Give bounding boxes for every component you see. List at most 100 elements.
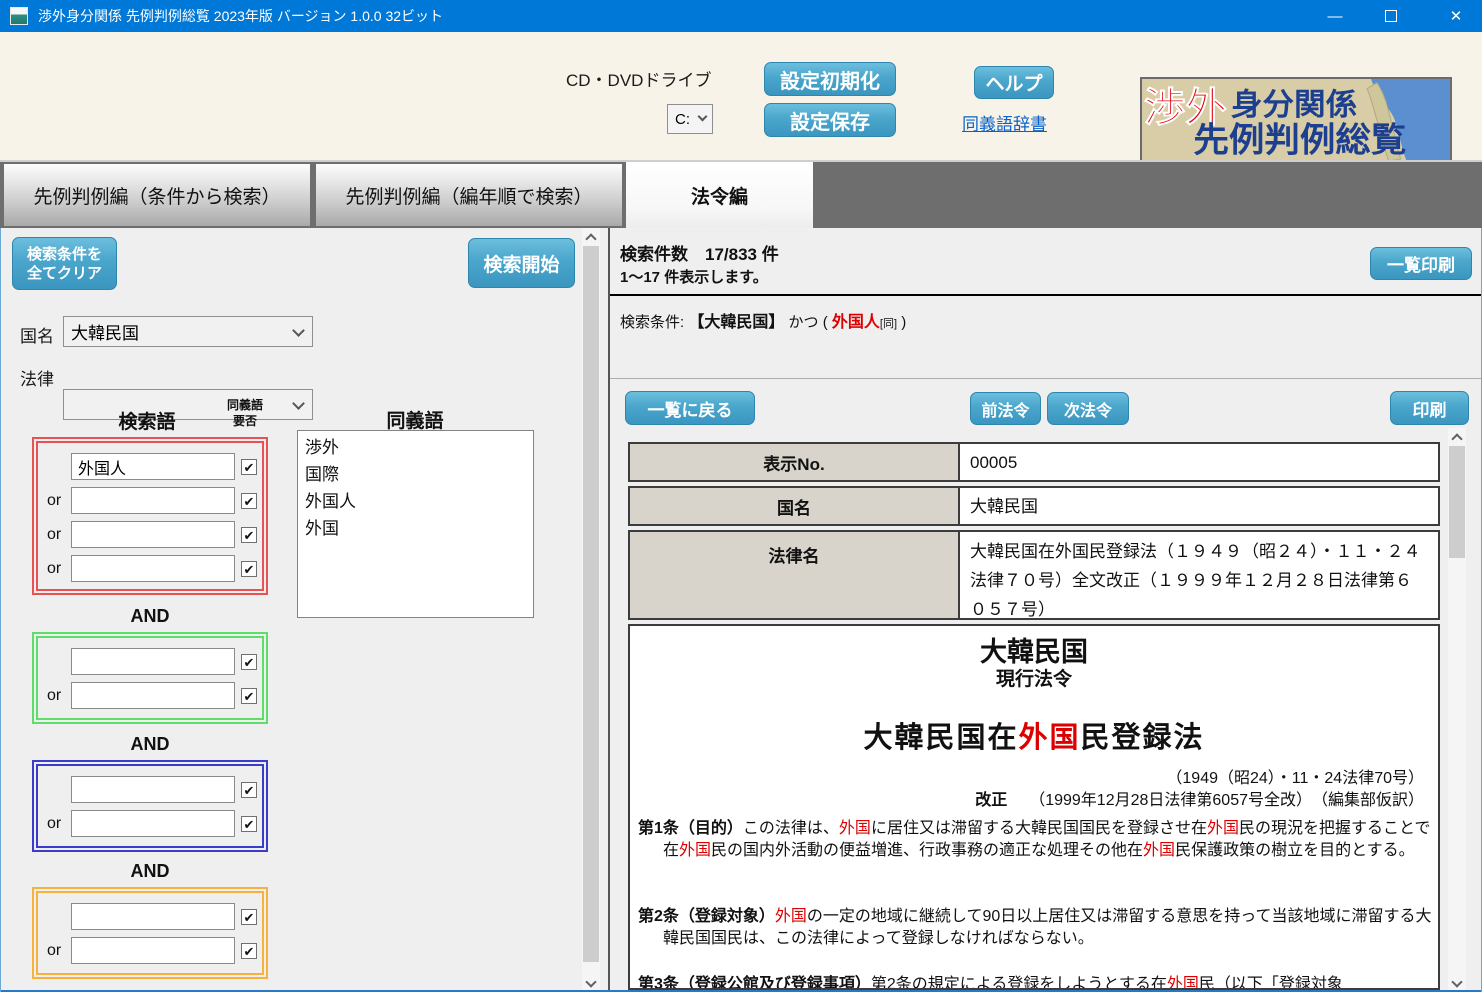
synonym-checkbox[interactable]: ✔ — [241, 816, 257, 832]
or-label: or — [47, 492, 71, 510]
row-value: 00005 — [960, 444, 1438, 480]
law-label: 法律 — [20, 365, 54, 390]
doc-law-title: 大韓民国在外国民登録法 — [630, 714, 1438, 756]
article-text: 民の国内外活動の便益増進、行政事務の適正な処理その他在 — [711, 842, 1143, 859]
term-row: or ✔ — [38, 936, 262, 965]
tab-precedents-by-condition[interactable]: 先例判例編（条件から検索） — [4, 164, 310, 226]
search-term-input-2-1[interactable] — [71, 648, 235, 675]
article-heading: 第1条（目的） — [638, 820, 743, 837]
panel-divider — [608, 228, 610, 992]
or-label: or — [47, 942, 71, 960]
search-term-input-4-1[interactable] — [71, 903, 235, 930]
synonym-dictionary-link[interactable]: 同義語辞書 — [962, 110, 1047, 135]
search-term-input-2-2[interactable] — [71, 682, 235, 709]
synonym-item[interactable]: 渉外 — [298, 434, 533, 461]
app-icon — [10, 7, 28, 25]
result-count: 検索件数 17/833 件 — [620, 240, 779, 265]
next-law-button[interactable]: 次法令 — [1047, 392, 1129, 425]
synonym-item[interactable]: 外国 — [298, 515, 533, 542]
help-button[interactable]: ヘルプ — [974, 66, 1054, 99]
article-3: 第3条（登録公館及び登録事項）第2条の規定による登録をしようとする在外国民（以下… — [638, 974, 1432, 990]
law-title-highlight: 外国 — [1018, 722, 1080, 754]
logo-text-line1: 身分関係 — [1231, 88, 1357, 122]
print-list-button[interactable]: 一覧印刷 — [1370, 247, 1472, 280]
print-list-label: 一覧印刷 — [1387, 251, 1455, 276]
and-label: AND — [32, 861, 268, 882]
search-condition-line: 検索条件: 【大韓民国】 かつ ( 外国人[同] ) — [620, 308, 906, 332]
tab-label: 先例判例編（編年順で検索） — [345, 182, 592, 209]
scrollbar-thumb[interactable] — [1449, 446, 1465, 558]
table-row: 法律名 大韓民国在外国民登録法（１９４９（昭２４）・１１・２４法律７０号）全文改… — [628, 530, 1440, 620]
back-to-list-button[interactable]: 一覧に戻る — [625, 391, 755, 425]
doc-reference-2: 改正（1999年12月28日法律第6057号全改） （編集部仮訳） — [975, 786, 1424, 810]
search-start-label: 検索開始 — [483, 250, 559, 277]
search-term-input-1-4[interactable] — [71, 555, 235, 582]
table-row: 国名 大韓民国 — [628, 486, 1440, 526]
document-scrollbar[interactable] — [1448, 428, 1466, 992]
doc-subtitle: 現行法令 — [630, 664, 1438, 691]
article-text: この法律は、 — [743, 820, 839, 837]
tab-statutes[interactable]: 法令編 — [626, 162, 813, 228]
maximize-button[interactable] — [1368, 0, 1414, 32]
settings-init-label: 設定初期化 — [780, 65, 880, 94]
row-label: 国名 — [630, 488, 960, 524]
article-1: 第1条（目的）この法律は、外国に居住又は滞留する大韓民国国民を登録させ在外国民の… — [638, 818, 1432, 861]
synonym-checkbox[interactable]: ✔ — [241, 654, 257, 670]
condition-country: 【大韓民国】 — [688, 314, 784, 331]
synonym-item[interactable]: 外国人 — [298, 488, 533, 515]
scrollbar-thumb[interactable] — [583, 246, 599, 962]
print-button[interactable]: 印刷 — [1390, 391, 1469, 425]
chevron-down-icon — [698, 112, 708, 122]
tab-precedents-by-year[interactable]: 先例判例編（編年順で検索） — [316, 164, 622, 226]
search-term-input-1-1[interactable] — [71, 453, 235, 480]
app-window: 渉外身分関係 先例判例総覧 2023年版 バージョン 1.0.0 32ビット —… — [0, 0, 1482, 992]
search-term-input-4-2[interactable] — [71, 937, 235, 964]
synonym-checkbox[interactable]: ✔ — [241, 459, 257, 475]
country-select[interactable]: 大韓民国 — [63, 316, 313, 347]
drive-select[interactable]: C: — [667, 104, 713, 134]
synonym-checkbox[interactable]: ✔ — [241, 527, 257, 543]
maximize-icon — [1385, 10, 1397, 22]
clear-conditions-button[interactable]: 検索条件を 全てクリア — [12, 237, 117, 290]
scroll-up-icon[interactable] — [1448, 428, 1466, 446]
settings-init-button[interactable]: 設定初期化 — [764, 62, 896, 96]
clear-conditions-label-2: 全てクリア — [27, 264, 102, 283]
synonym-checkbox[interactable]: ✔ — [241, 943, 257, 959]
previous-law-button[interactable]: 前法令 — [970, 392, 1041, 425]
minimize-button[interactable]: — — [1312, 0, 1358, 32]
scroll-up-icon[interactable] — [582, 228, 600, 246]
clear-conditions-label-1: 検索条件を — [27, 245, 102, 264]
synonym-flag-header: 同義語 要否 — [216, 397, 274, 429]
synonym-list-header: 同義語 — [348, 406, 482, 433]
term-row: ✔ — [38, 775, 262, 804]
synonym-checkbox[interactable]: ✔ — [241, 561, 257, 577]
synonym-checkbox[interactable]: ✔ — [241, 493, 257, 509]
search-term-header: 検索語 — [62, 407, 232, 434]
search-term-input-3-2[interactable] — [71, 810, 235, 837]
condition-connector: かつ ( — [789, 314, 828, 331]
article-highlight: 外国 — [1143, 842, 1175, 859]
result-display-range: 1～17 件表示します。 — [620, 266, 768, 287]
synonym-listbox[interactable]: 渉外 国際 外国人 外国 — [297, 430, 534, 618]
synonym-item[interactable]: 国際 — [298, 461, 533, 488]
left-panel-scrollbar[interactable] — [582, 228, 600, 992]
synonym-checkbox[interactable]: ✔ — [241, 688, 257, 704]
row-value: 大韓民国在外国民登録法（１９４９（昭２４）・１１・２４法律７０号）全文改正（１９… — [960, 532, 1438, 618]
synonym-checkbox[interactable]: ✔ — [241, 909, 257, 925]
search-start-button[interactable]: 検索開始 — [468, 238, 575, 288]
logo-text-line2: 先例判例総覧 — [1193, 121, 1406, 159]
article-highlight: 外国 — [1167, 976, 1199, 990]
close-button[interactable]: ✕ — [1430, 0, 1482, 32]
search-term-input-1-3[interactable] — [71, 521, 235, 548]
search-term-input-1-2[interactable] — [71, 487, 235, 514]
search-term-input-3-1[interactable] — [71, 776, 235, 803]
search-group-4: ✔ or ✔ — [32, 887, 268, 979]
tab-bar: 先例判例編（条件から検索） 先例判例編（編年順で検索） 法令編 — [0, 160, 1482, 228]
settings-save-button[interactable]: 設定保存 — [764, 103, 896, 137]
window-border-left — [0, 228, 1, 992]
article-highlight: 外国 — [1207, 820, 1239, 837]
print-label: 印刷 — [1413, 396, 1447, 421]
divider — [610, 378, 1482, 379]
term-row: or ✔ — [38, 809, 262, 838]
synonym-checkbox[interactable]: ✔ — [241, 782, 257, 798]
